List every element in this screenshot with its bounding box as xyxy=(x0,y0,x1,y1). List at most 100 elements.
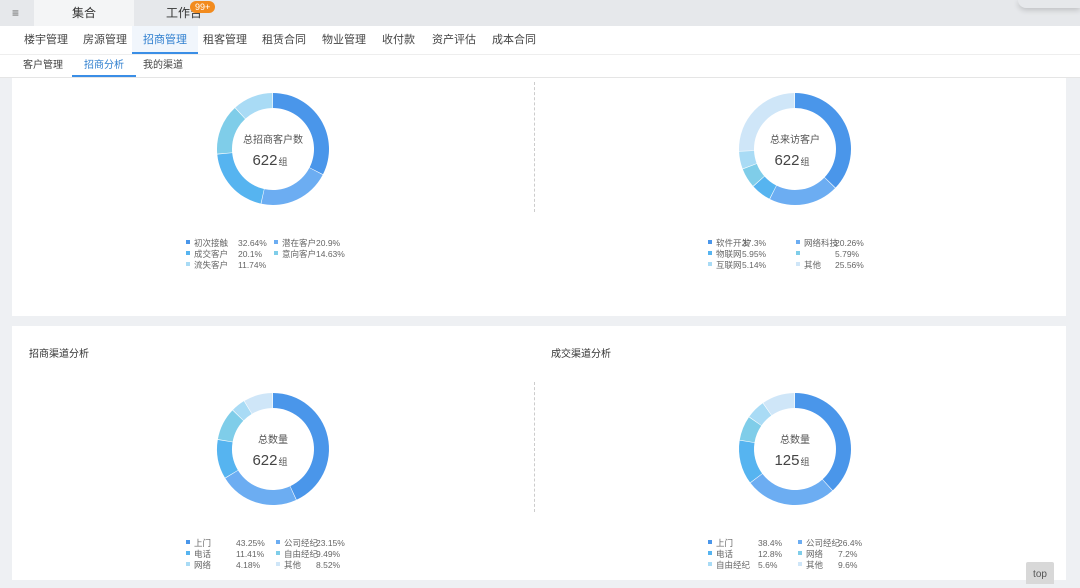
donut-slice xyxy=(739,440,763,483)
legend-label: 互联网 xyxy=(716,260,742,270)
legend-label: 流失客户 xyxy=(194,260,228,270)
donut-center-value: 622组 xyxy=(774,152,809,169)
nav-building-management[interactable]: 楼宇管理 xyxy=(24,26,68,54)
nav-property-management[interactable]: 物业管理 xyxy=(322,26,366,54)
channel-analysis-panel: 招商渠道分析 成交渠道分析 xyxy=(12,326,1066,580)
legend-label: 电话 xyxy=(716,549,734,559)
legend-swatch xyxy=(796,262,800,266)
legend-value: 20.9% xyxy=(316,238,341,248)
legend-swatch xyxy=(276,540,280,544)
donut-center-label: 总招商客户数 xyxy=(243,133,303,146)
back-to-top-button[interactable]: top xyxy=(1026,562,1054,584)
legend-label: 初次接触 xyxy=(194,238,229,248)
legend-label: 公司经纪 xyxy=(284,538,319,548)
panel-divider xyxy=(534,82,535,212)
legend-value: 9.6% xyxy=(838,560,858,570)
legend-value: 26.4% xyxy=(838,538,863,548)
legend-label: 网络 xyxy=(806,549,824,559)
list-menu-icon[interactable]: ≡ xyxy=(12,6,19,20)
legend-value: 43.25% xyxy=(236,538,265,548)
customer-status-donut-chart: 总招商客户数 622组初次接触 32.64% 潜在客户 20.9% 成交客户 20.1% 意向… xyxy=(186,93,345,270)
legend-swatch xyxy=(276,562,280,566)
legend-swatch xyxy=(708,540,712,544)
legend-swatch xyxy=(276,551,280,555)
legend-label: 其他 xyxy=(804,260,822,270)
donut-center-label: 总数量 xyxy=(258,433,288,446)
legend-value: 5.14% xyxy=(742,260,767,270)
primary-nav: 楼宇管理 房源管理 招商管理 租客管理 租赁合同 物业管理 收付款 资产评估 成… xyxy=(0,26,1080,55)
nav-house-management[interactable]: 房源管理 xyxy=(83,26,127,54)
legend-swatch xyxy=(186,251,190,255)
legend-label: 电话 xyxy=(194,549,212,559)
legend-value: 4.18% xyxy=(236,560,261,570)
legend-value: 8.52% xyxy=(316,560,341,570)
deal-analysis-title: 成交渠道分析 xyxy=(551,349,611,360)
legend-value: 11.41% xyxy=(236,549,265,559)
window-corner xyxy=(1018,0,1080,8)
nav-asset-valuation[interactable]: 资产评估 xyxy=(432,26,476,54)
nav-payments[interactable]: 收付款 xyxy=(382,26,415,54)
top-bar: ≡ 集合 工作台 99+ xyxy=(0,0,1080,26)
legend-value: 14.63% xyxy=(316,249,345,259)
legend-value: 5.95% xyxy=(742,249,767,259)
legend-label: 上门 xyxy=(716,538,733,548)
secondary-nav: 客户管理 招商分析 我的渠道 xyxy=(0,55,1080,78)
legend-label: 其他 xyxy=(284,560,302,570)
nav-lease-contract[interactable]: 租赁合同 xyxy=(262,26,306,54)
legend-value: 7.2% xyxy=(838,549,858,559)
donut-center-label: 总来访客户 xyxy=(770,133,820,146)
donut-slice xyxy=(261,167,323,205)
legend-swatch xyxy=(274,240,278,244)
donut-center-value: 622组 xyxy=(252,152,287,169)
leasing-channel-donut-chart: 总数量 622组上门 43.25% 公司经纪23.15% 电话 11.41% 自由经纪9.4… xyxy=(186,393,345,570)
legend-value: 5.79% xyxy=(835,249,860,259)
legend-value: 25.56% xyxy=(835,260,864,270)
legend-swatch xyxy=(186,562,190,566)
donut-center-value: 622组 xyxy=(252,452,287,469)
legend-swatch xyxy=(708,240,712,244)
legend-label: 网络科技 xyxy=(804,238,839,248)
legend-swatch xyxy=(708,551,712,555)
deal-channel-donut-chart: 总数量 125组上门 38.4% 公司经纪26.4% 电话 12.8% 网络 7.2% 自由经纪… xyxy=(708,393,863,570)
legend-value: 37.3% xyxy=(742,238,767,248)
notification-badge: 99+ xyxy=(190,1,216,13)
donut-center-label: 总数量 xyxy=(780,433,810,446)
legend-label: 上门 xyxy=(194,538,211,548)
donut-slice xyxy=(217,439,238,478)
legend-swatch xyxy=(186,551,190,555)
legend-swatch xyxy=(186,240,190,244)
legend-value: 12.8% xyxy=(758,549,783,559)
legend-label: 意向客户 xyxy=(282,249,316,259)
subnav-customer-management[interactable]: 客户管理 xyxy=(23,55,63,77)
legend-swatch xyxy=(708,562,712,566)
legend-swatch xyxy=(798,540,802,544)
legend-label: 其他 xyxy=(806,560,824,570)
customer-overview-panel xyxy=(12,78,1066,316)
nav-leasing-management[interactable]: 招商管理 xyxy=(132,26,198,54)
nav-cost-contract[interactable]: 成本合同 xyxy=(492,26,536,54)
nav-tenant-management[interactable]: 租客管理 xyxy=(203,26,247,54)
legend-label: 网络 xyxy=(194,560,212,570)
legend-label: 自由经纪 xyxy=(284,549,319,559)
legend-swatch xyxy=(796,251,800,255)
legend-label: 潜在客户 xyxy=(282,238,316,248)
legend-value: 38.4% xyxy=(758,538,783,548)
legend-value: 23.15% xyxy=(316,538,345,548)
tab-collection[interactable]: 集合 xyxy=(34,0,134,26)
legend-label: 物联网 xyxy=(716,249,742,259)
donut-center-value: 125组 xyxy=(774,452,809,469)
channel-analysis-title: 招商渠道分析 xyxy=(29,349,89,360)
legend-swatch xyxy=(798,562,802,566)
legend-swatch xyxy=(274,251,278,255)
subnav-my-channels[interactable]: 我的渠道 xyxy=(143,55,183,77)
legend-swatch xyxy=(186,262,190,266)
legend-value: 9.49% xyxy=(316,549,341,559)
donut-slice xyxy=(750,473,833,505)
subnav-leasing-analysis[interactable]: 招商分析 xyxy=(72,55,136,77)
tab-workbench[interactable]: 工作台 xyxy=(134,0,234,26)
legend-swatch xyxy=(708,262,712,266)
visitor-industry-donut-chart: 总来访客户622组软件开发37.3% 网络科技20.26%物联网 5.95% 5.79… xyxy=(708,93,864,270)
legend-swatch xyxy=(796,240,800,244)
donut-slice xyxy=(769,177,836,205)
legend-swatch xyxy=(798,551,802,555)
